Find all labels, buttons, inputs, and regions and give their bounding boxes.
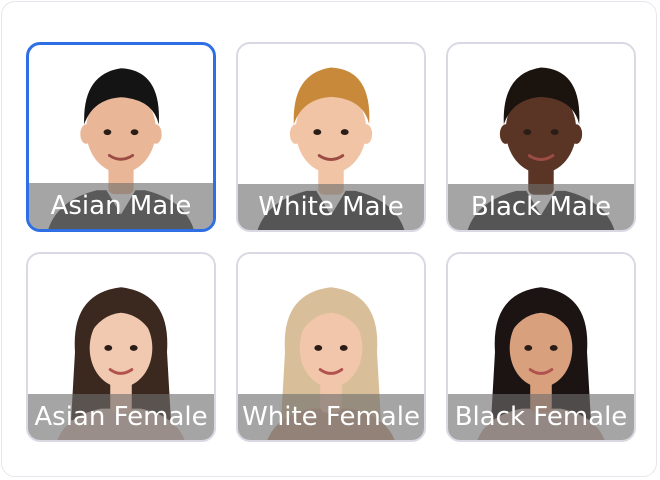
avatar-card-black-female[interactable]: Black Female xyxy=(446,252,636,442)
avatar-card-label: White Female xyxy=(238,394,424,440)
avatar-card-white-male[interactable]: White Male xyxy=(236,42,426,232)
avatar-selector-panel: Asian Male White Male Black Male Asian F… xyxy=(1,1,657,477)
avatar-card-asian-male[interactable]: Asian Male xyxy=(26,42,216,232)
avatar-card-label: Asian Male xyxy=(29,183,213,229)
avatar-card-asian-female[interactable]: Asian Female xyxy=(26,252,216,442)
avatar-card-label: Asian Female xyxy=(28,394,214,440)
avatar-card-label: White Male xyxy=(238,184,424,230)
avatar-card-label: Black Female xyxy=(448,394,634,440)
avatar-card-white-female[interactable]: White Female xyxy=(236,252,426,442)
avatar-card-label: Black Male xyxy=(448,184,634,230)
avatar-grid: Asian Male White Male Black Male Asian F… xyxy=(26,42,636,442)
avatar-card-black-male[interactable]: Black Male xyxy=(446,42,636,232)
